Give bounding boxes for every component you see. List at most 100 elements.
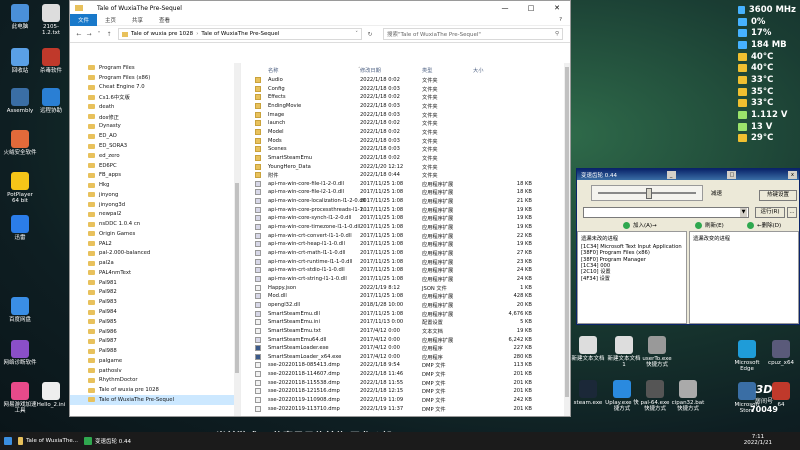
speed-gear-dialog[interactable]: 变速齿轮 0.44 _ □ x 减速 热键设置 ▼ 运行(R) ... 加入(A…	[576, 168, 800, 325]
column-size[interactable]: 大小	[473, 67, 483, 74]
nav-item-folder[interactable]: Dynasty	[70, 122, 240, 132]
nav-item-folder[interactable]: Pal988	[70, 346, 240, 356]
file-row[interactable]: Mods 2022/1/18 0:03 文件夹	[248, 137, 570, 146]
nav-item-folder[interactable]: PAL2	[70, 239, 240, 249]
file-row[interactable]: api-ms-win-crt-runtime-l1-1-0.dll 2017/11…	[248, 258, 570, 267]
explorer-titlebar[interactable]: Tale of WuxiaThe Pre-Sequel — □ ✕	[70, 1, 570, 15]
file-row[interactable]: Happy.json 2022/1/19 8:12 JSON 文件 1 KB	[248, 284, 570, 293]
file-row[interactable]: EndingMovie 2022/1/18 0:03 文件夹	[248, 102, 570, 111]
nav-item-folder[interactable]: Tale of WuxiaThe Pre-Sequel	[70, 395, 240, 405]
nav-item-folder[interactable]: Cheat Engine 7.0	[70, 83, 240, 93]
nav-item-folder[interactable]: palgame	[70, 356, 240, 366]
nav-item-folder[interactable]: ED6PC	[70, 161, 240, 171]
file-row[interactable]: launch 2022/1/18 0:02 文件夹	[248, 119, 570, 128]
desktop-icon[interactable]: 2105-1.2.txt	[34, 4, 68, 36]
close-button[interactable]: x	[787, 170, 797, 179]
file-row[interactable]: opengl32.dll 2018/1/28 10:00 应用程序扩展 20 KB	[248, 301, 570, 310]
desktop-icon[interactable]: PotPlayer 64 bit	[3, 172, 37, 204]
file-explorer-window[interactable]: Tale of WuxiaThe Pre-Sequel — □ ✕ 文件 主页 …	[69, 0, 571, 417]
file-row[interactable]: api-ms-win-core-synch-l1-2-0.dll 2017/11/…	[248, 214, 570, 223]
nav-item-folder[interactable]: Tale of wuxia pre 1028	[70, 385, 240, 395]
desktop-icon[interactable]: 百度网盘	[3, 297, 37, 323]
breadcrumb-part[interactable]: Tale of WuxiaThe Pre-Sequel	[201, 31, 279, 37]
nav-item-folder[interactable]: Hkg	[70, 180, 240, 190]
breadcrumb-part[interactable]: Tale of wuxia pre 1028	[131, 31, 193, 37]
desktop-icon[interactable]: 火绒安全软件	[3, 130, 37, 156]
tab-view[interactable]: 查看	[151, 16, 178, 24]
file-row[interactable]: 附件 2022/1/18 0:44 文件夹	[248, 171, 570, 180]
file-row[interactable]: api-ms-win-crt-convert-l1-1-0.dll 2017/11…	[248, 232, 570, 241]
minimize-button[interactable]: _	[666, 170, 676, 179]
minimize-button[interactable]: —	[492, 4, 518, 12]
desktop-icon[interactable]: Microsoft Edge	[730, 340, 764, 372]
refresh-icon[interactable]: ↻	[365, 31, 375, 38]
untouched-process-list[interactable]: 遗漏未改的进程 [1C34] Microsoft Text Input Appl…	[577, 231, 687, 324]
file-row[interactable]: sse-20220118-115538.dmp 2022/1/18 11:55 DM…	[248, 379, 570, 388]
nav-item-folder[interactable]: nsDDC 1.0.4 cn	[70, 219, 240, 229]
nav-item-folder[interactable]: Pal983	[70, 297, 240, 307]
file-row[interactable]: api-ms-win-crt-string-l1-1-0.dll 2017/11/…	[248, 275, 570, 284]
nav-item-folder[interactable]: newpal2	[70, 209, 240, 219]
nav-item-folder[interactable]: Pal981	[70, 278, 240, 288]
nav-item-folder[interactable]: pal2a	[70, 258, 240, 268]
file-row[interactable]: SmartSteamEmu.txt 2017/4/12 0:00 文本文档 19 KB	[248, 327, 570, 336]
file-row[interactable]: SmartSteamEmu64.dll 2017/4/12 0:00 应用程序扩展 6…	[248, 336, 570, 345]
desktop-icon[interactable]: Assembly	[3, 88, 37, 114]
nav-scroll-thumb[interactable]	[235, 183, 239, 373]
search-input[interactable]: 搜索"Tale of WuxiaThe Pre-Sequel" ⚲	[383, 28, 563, 40]
file-row[interactable]: api-ms-win-crt-heap-l1-1-0.dll 2017/11/25…	[248, 240, 570, 249]
file-row[interactable]: sse-20220118-121516.dmp 2022/1/18 12:15 DM…	[248, 387, 570, 396]
slider-thumb[interactable]	[646, 188, 652, 199]
nav-item-folder[interactable]: Pal984	[70, 307, 240, 317]
maximize-button[interactable]: □	[727, 170, 737, 179]
nav-item-folder[interactable]: Cs1.6中文版	[70, 92, 240, 102]
file-row[interactable]: Config 2022/1/18 0:03 文件夹	[248, 85, 570, 94]
dialog-titlebar[interactable]: 变速齿轮 0.44 _ □ x	[577, 169, 799, 180]
file-row[interactable]: Effects 2022/1/18 0:02 文件夹	[248, 93, 570, 102]
desktop-icon[interactable]: Uplay.exe 快捷方式	[605, 380, 639, 412]
desktop-icon[interactable]: 网易游戏加速工具	[3, 382, 37, 414]
nav-item-folder[interactable]: Origin Games	[70, 229, 240, 239]
file-row[interactable]: SmartSteamEmu.dll 2017/11/25 1:08 应用程序扩展 4,…	[248, 310, 570, 319]
desktop-icon[interactable]: Hello_2.ini	[34, 382, 68, 408]
desktop-icon[interactable]: 远程协助	[34, 88, 68, 114]
nav-item-folder[interactable]: ed_zero	[70, 151, 240, 161]
file-row[interactable]: Scenes 2022/1/18 0:03 文件夹	[248, 145, 570, 154]
run-button[interactable]: 运行(R)	[755, 207, 785, 218]
desktop-icon[interactable]: 网络诊断软件	[3, 340, 37, 366]
column-date[interactable]: 修改日期	[360, 67, 381, 74]
back-arrow-icon[interactable]: ←	[74, 31, 84, 38]
file-row[interactable]: SmartSteamEmu.ini 2017/11/13 0:00 配置设置 5 KB	[248, 318, 570, 327]
desktop-icon[interactable]: steam.exe	[571, 380, 605, 406]
file-row[interactable]: api-ms-win-core-processthreads-l1-1... 20…	[248, 206, 570, 215]
desktop-icon[interactable]: pal-64.exe 快捷方式	[638, 380, 672, 412]
desktop-icon[interactable]: 迅雷	[3, 215, 37, 241]
nav-item-folder[interactable]: ED_AO	[70, 131, 240, 141]
refresh-button[interactable]: 刷新(E)	[695, 221, 724, 229]
tab-home[interactable]: 主页	[97, 16, 124, 24]
add-button[interactable]: 加入(A)→	[623, 221, 657, 229]
file-row[interactable]: Image 2022/1/18 0:03 文件夹	[248, 111, 570, 120]
nav-item-folder[interactable]: pathoslv	[70, 366, 240, 376]
process-item[interactable]: [4F34] 设置	[581, 276, 610, 282]
desktop-icon[interactable]: userTo.exe 快捷方式	[640, 336, 674, 368]
nav-item-folder[interactable]: ED_SORA3	[70, 141, 240, 151]
desktop-icon[interactable]: cipan32.bat 快捷方式	[671, 380, 705, 412]
file-row[interactable]: sse-20220118-114607.dmp 2022/1/18 11:46 DM…	[248, 370, 570, 379]
help-icon[interactable]: ?	[551, 17, 570, 23]
taskbar-item-explorer[interactable]: Tale of WuxiaThe...	[18, 435, 78, 447]
recent-chevron-icon[interactable]: ˅	[94, 31, 104, 38]
desktop-icon[interactable]: 杀毒软件	[34, 48, 68, 74]
column-name[interactable]: 名称	[268, 67, 278, 74]
more-button[interactable]: ...	[787, 207, 797, 218]
desktop-icon[interactable]: cpuz_x64	[764, 340, 798, 366]
tab-share[interactable]: 共享	[124, 16, 151, 24]
hotkey-settings-button[interactable]: 热键设置	[759, 190, 797, 201]
changed-process-list[interactable]: 遗漏改变的进程	[689, 231, 799, 324]
nav-item-folder[interactable]: FB_apps	[70, 170, 240, 180]
nav-item-folder[interactable]: pal-2.000-balanced	[70, 249, 240, 259]
up-arrow-icon[interactable]: ↑	[104, 31, 114, 38]
address-bar[interactable]: Tale of wuxia pre 1028 › Tale of WuxiaTh…	[118, 28, 362, 40]
nav-item-folder[interactable]: Pal982	[70, 288, 240, 298]
process-select[interactable]: ▼	[583, 207, 749, 218]
